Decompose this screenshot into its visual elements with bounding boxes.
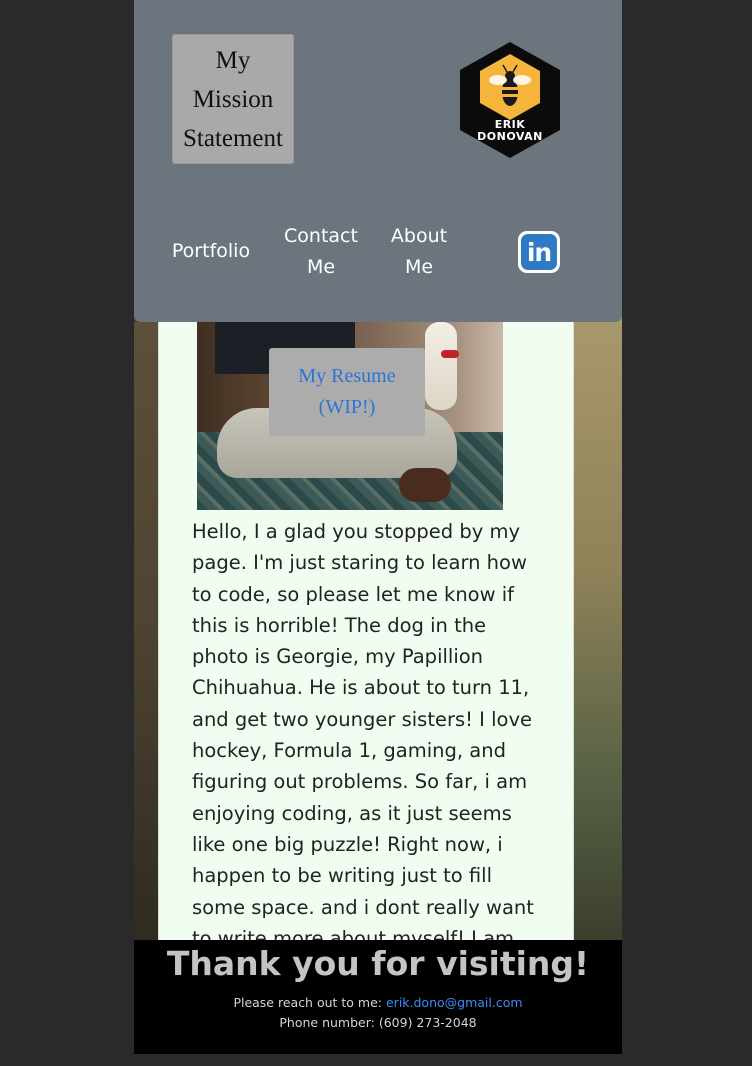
background-strip-right <box>574 322 622 942</box>
footer-reach-label: Please reach out to me: <box>233 995 386 1010</box>
logo-text: ERIK DONOVAN <box>456 119 564 143</box>
page: My Mission Statement ERIK DONOVAN Portfo… <box>134 0 622 1054</box>
nav-portfolio-link[interactable]: Portfolio <box>171 236 251 267</box>
footer-phone: Phone number: (609) 273-2048 <box>279 1015 477 1030</box>
resume-button[interactable]: My Resume (WIP!) <box>269 348 425 436</box>
nav-contact-link[interactable]: Contact Me <box>280 221 362 283</box>
logo-text-last: DONOVAN <box>477 130 543 143</box>
site-header: My Mission Statement ERIK DONOVAN Portfo… <box>134 0 622 322</box>
mission-statement-label: My Mission Statement <box>183 46 283 152</box>
about-card: My Resume (WIP!) Hello, I a glad you sto… <box>158 322 574 981</box>
nav-about-link[interactable]: About Me <box>386 221 452 283</box>
site-footer: Thank you for visiting! Please reach out… <box>134 940 622 1054</box>
background-strip-left <box>134 322 158 942</box>
linkedin-icon-glyph: in <box>521 234 557 270</box>
erik-donovan-logo[interactable]: ERIK DONOVAN <box>456 40 564 160</box>
mission-statement-button[interactable]: My Mission Statement <box>172 34 294 164</box>
resume-label: My Resume (WIP!) <box>298 365 396 418</box>
linkedin-icon[interactable]: in <box>518 231 560 273</box>
about-paragraph: Hello, I a glad you stopped by my page. … <box>192 520 534 981</box>
footer-contact-line: Please reach out to me: erik.dono@gmail.… <box>134 994 622 1012</box>
footer-email-link[interactable]: erik.dono@gmail.com <box>386 995 523 1010</box>
footer-title: Thank you for visiting! <box>166 944 590 983</box>
